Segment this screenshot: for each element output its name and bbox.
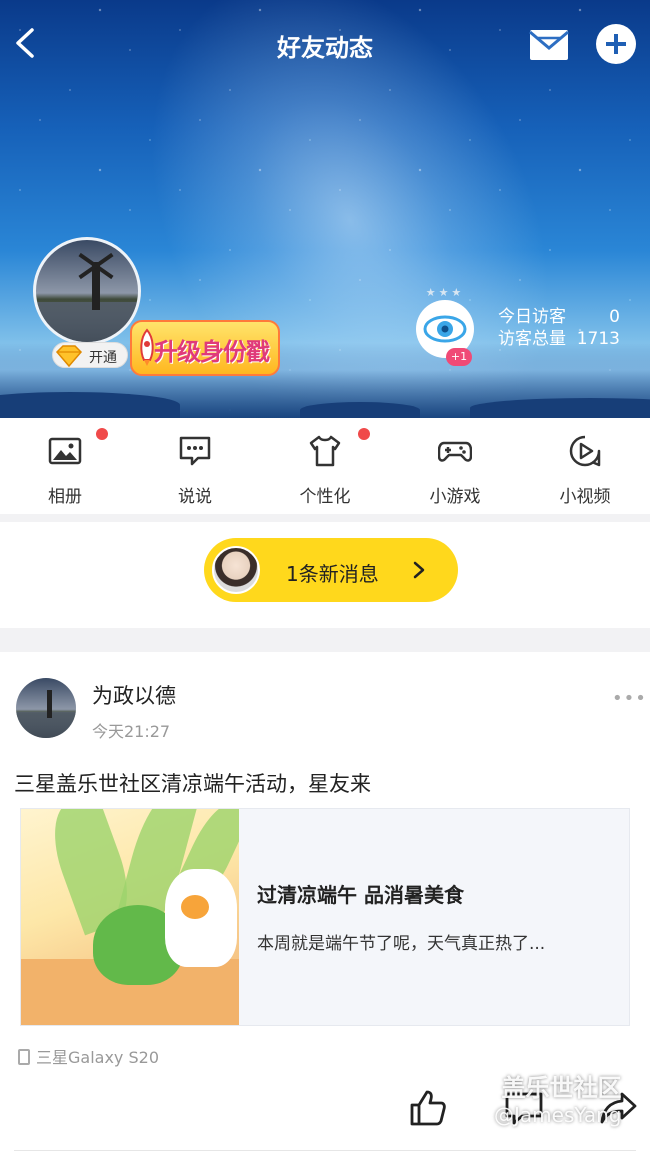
- link-card[interactable]: 过清凉端午 品消暑美食 本周就是端午节了呢，天气真正热了...: [20, 808, 630, 1026]
- nav-item-album[interactable]: 相册: [0, 418, 130, 514]
- device-label: 三星Galaxy S20: [36, 1048, 159, 1067]
- feature-nav: 相册 说说 个性化 小游戏 小视频: [0, 418, 650, 514]
- divider: [0, 628, 650, 652]
- nav-item-shuoshuo[interactable]: 说说: [130, 418, 260, 514]
- author-name[interactable]: 为政以德: [92, 680, 176, 710]
- top-bar: 好友动态: [0, 0, 650, 88]
- visitor-values: 0 1713: [560, 306, 620, 350]
- message-avatar: [212, 546, 260, 594]
- more-options-icon[interactable]: •••: [612, 688, 646, 709]
- hill: [470, 398, 650, 418]
- chevron-right-icon: [413, 561, 425, 579]
- nav-item-minigame[interactable]: 小游戏: [390, 418, 520, 514]
- new-message-label: 1条新消息: [286, 562, 379, 586]
- card-description: 本周就是端午节了呢，天气真正热了...: [257, 934, 546, 954]
- tshirt-icon: [308, 434, 342, 468]
- gamepad-icon: [437, 434, 473, 468]
- photo-icon: [48, 434, 82, 468]
- like-icon[interactable]: [408, 1088, 448, 1128]
- visitor-widget[interactable]: ★★★ +1: [416, 286, 476, 368]
- nav-label: 小游戏: [429, 487, 481, 507]
- stars-icon: ★★★: [425, 286, 465, 299]
- watermark-line1: 盖乐世社区: [501, 1074, 622, 1102]
- today-visitors-value: 0: [609, 307, 620, 327]
- mail-icon[interactable]: [528, 24, 572, 64]
- card-thumbnail: [21, 809, 239, 1025]
- device-info: 三星Galaxy S20: [18, 1044, 159, 1068]
- phone-icon: [18, 1049, 30, 1065]
- total-visitors-label: 访客总量: [498, 329, 566, 349]
- notification-dot: [96, 428, 108, 440]
- post-time: 今天21:27: [92, 722, 171, 741]
- play-video-icon: [568, 434, 602, 468]
- vip-label: 开通: [89, 350, 117, 366]
- total-visitors-value: 1713: [576, 329, 620, 349]
- vip-open-badge[interactable]: 开通: [52, 342, 128, 368]
- nav-label: 小视频: [559, 487, 611, 507]
- post-text: 三星盖乐世社区清凉端午活动，星友来: [14, 772, 371, 796]
- diamond-icon: [55, 345, 83, 367]
- speech-bubble-icon: [178, 434, 212, 468]
- nav-label: 说说: [178, 487, 212, 507]
- avatar[interactable]: [33, 237, 141, 345]
- new-message-button[interactable]: 1条新消息: [204, 538, 458, 602]
- nav-label: 个性化: [299, 487, 351, 507]
- nav-item-shortvideo[interactable]: 小视频: [520, 418, 650, 514]
- today-visitors-label: 今日访客: [498, 307, 566, 327]
- plus-circle-icon[interactable]: [596, 24, 636, 64]
- divider: [0, 514, 650, 522]
- hill: [0, 392, 180, 418]
- hill: [300, 402, 420, 418]
- divider: [14, 1150, 636, 1151]
- nav-label: 相册: [48, 487, 82, 507]
- notification-dot: [358, 428, 370, 440]
- card-title: 过清凉端午 品消暑美食: [257, 883, 464, 907]
- upgrade-badge[interactable]: 升级身份戳: [130, 320, 280, 376]
- watermark-line2: @JamesYang: [494, 1103, 622, 1127]
- upgrade-label: 升级身份戳: [154, 338, 270, 366]
- watermark: 盖乐世社区 @JamesYang: [494, 1068, 621, 1127]
- author-avatar[interactable]: [16, 678, 76, 738]
- visitor-plus-badge: +1: [446, 348, 472, 366]
- nav-item-personalize[interactable]: 个性化: [260, 418, 390, 514]
- visitor-labels: 今日访客 访客总量: [498, 306, 566, 350]
